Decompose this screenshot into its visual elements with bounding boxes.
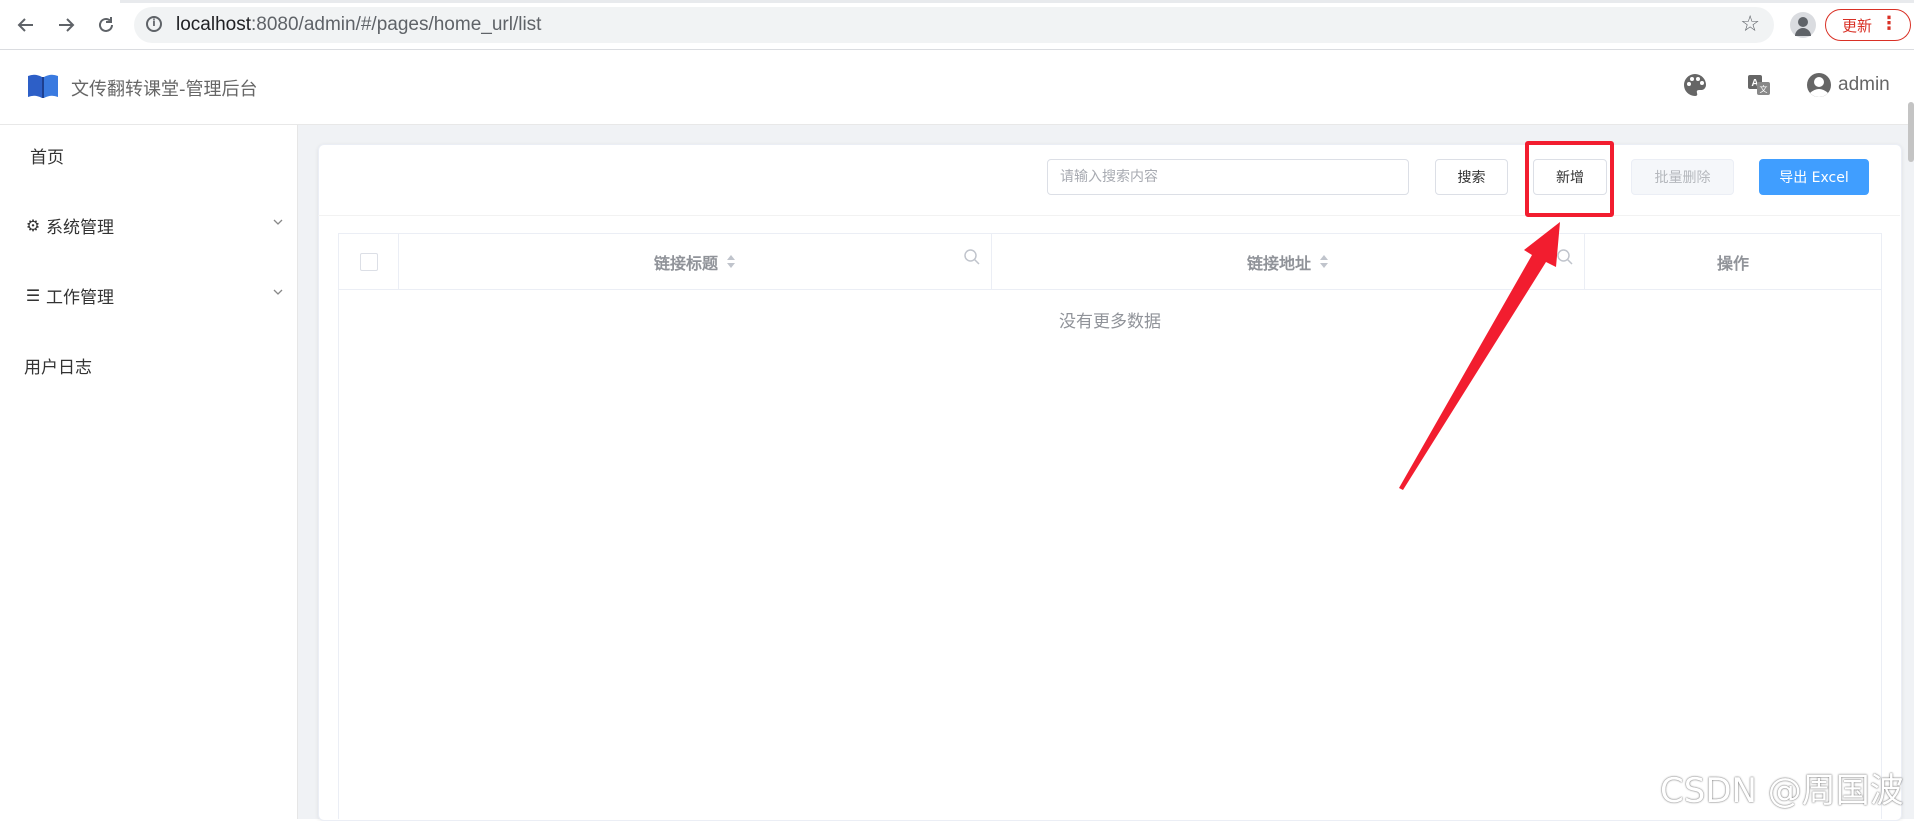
url-host: localhost <box>176 14 251 35</box>
sidebar-item-label: 用户日志 <box>24 357 92 378</box>
column-title-label: 链接标题 <box>653 253 718 273</box>
sidebar: 首页 ⚙ 系统管理 ☰ 工作管理 用户日志 <box>0 125 298 819</box>
sidebar-item-system[interactable]: ⚙ 系统管理 <box>0 200 297 250</box>
translate-icon[interactable]: A 文 <box>1746 72 1772 98</box>
url-text[interactable]: localhost:8080/admin/#/pages/home_url/li… <box>176 14 541 36</box>
search-input[interactable] <box>1047 159 1409 195</box>
batch-delete-button[interactable]: 批量删除 <box>1631 159 1734 195</box>
user-menu[interactable]: admin <box>1806 71 1890 99</box>
search-icon[interactable] <box>963 248 981 266</box>
app-title: 文传翻转课堂-管理后台 <box>71 79 258 100</box>
sidebar-item-label: 首页 <box>30 147 64 168</box>
select-all-cell <box>339 234 399 289</box>
address-bar[interactable]: i localhost:8080/admin/#/pages/home_url/… <box>134 7 1774 43</box>
column-header-actions: 操作 <box>1585 234 1881 289</box>
chevron-down-icon <box>273 219 283 225</box>
browser-toolbar: i localhost:8080/admin/#/pages/home_url/… <box>0 0 1914 50</box>
update-label: 更新 <box>1842 16 1873 35</box>
sidebar-item-label: 工作管理 <box>46 287 114 308</box>
chevron-down-icon <box>273 289 283 295</box>
select-all-checkbox[interactable] <box>359 252 378 271</box>
watermark: CSDN @周国波 <box>1660 771 1904 811</box>
column-header-url[interactable]: 链接地址 <box>992 234 1585 289</box>
app-header: 文传翻转课堂-管理后台 A 文 admin <box>0 50 1914 125</box>
search-button[interactable]: 搜索 <box>1435 159 1508 195</box>
bookmark-star-icon[interactable]: ☆ <box>1740 12 1760 37</box>
reload-icon[interactable] <box>93 12 119 38</box>
column-title-label: 操作 <box>1716 253 1749 273</box>
site-info-icon[interactable]: i <box>146 16 162 32</box>
sidebar-item-user-log[interactable]: 用户日志 <box>0 340 297 390</box>
gear-icon: ⚙ <box>25 215 41 235</box>
scrollbar[interactable] <box>1908 102 1914 162</box>
empty-state-text: 没有更多数据 <box>1059 311 1161 332</box>
book-logo-icon <box>28 74 58 98</box>
back-icon[interactable] <box>13 12 39 38</box>
browser-profile-icon[interactable] <box>1790 12 1816 38</box>
column-title-label: 链接地址 <box>1246 253 1311 273</box>
user-name: admin <box>1838 74 1890 95</box>
search-icon[interactable] <box>1556 248 1574 266</box>
table-header: 链接标题 链接地址 操作 <box>339 234 1881 290</box>
more-vertical-icon: ⋮ <box>1880 13 1898 34</box>
svg-text:文: 文 <box>1760 84 1768 94</box>
sidebar-item-work[interactable]: ☰ 工作管理 <box>0 270 297 320</box>
sort-icon[interactable] <box>726 254 736 269</box>
list-icon: ☰ <box>25 285 41 305</box>
browser-update-button[interactable]: 更新 ⋮ <box>1825 9 1911 41</box>
sidebar-item-label: 系统管理 <box>46 217 114 238</box>
column-header-title[interactable]: 链接标题 <box>399 234 992 289</box>
user-avatar-icon <box>1807 73 1831 97</box>
toolbar-divider <box>318 215 1900 216</box>
palette-icon[interactable] <box>1682 72 1708 98</box>
tab-strip <box>0 0 1914 3</box>
export-excel-button[interactable]: 导出 Excel <box>1759 159 1869 195</box>
url-path: :8080/admin/#/pages/home_url/list <box>251 14 542 35</box>
sidebar-item-home[interactable]: 首页 <box>0 130 297 180</box>
annotation-highlight-box <box>1525 141 1614 217</box>
table-edge <box>1881 233 1882 350</box>
forward-icon[interactable] <box>53 12 79 38</box>
data-table: 链接标题 链接地址 操作 没有更多数据 <box>338 233 1882 819</box>
sort-icon[interactable] <box>1319 254 1329 269</box>
